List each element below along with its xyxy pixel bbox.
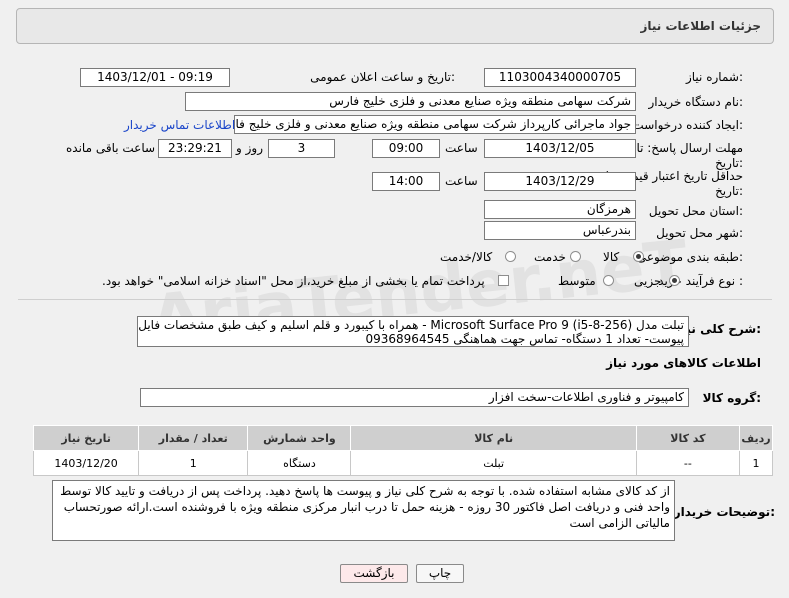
buyer-notes-line-2: واحد فنی و دریافت اصل فاکتور 30 روزه - ه…: [63, 500, 670, 514]
cell-row-num: 1: [738, 450, 774, 476]
announce-date-label: تاریخ و ساعت اعلان عمومی:: [310, 70, 455, 84]
deadline-time-label: ساعت: [445, 141, 478, 155]
category-option-goods: کالا: [603, 250, 620, 264]
goods-info-title: اطلاعات کالاهای مورد نیاز: [606, 356, 761, 370]
cell-quantity: 1: [138, 450, 249, 476]
validity-time-field: 14:00: [372, 172, 440, 191]
deadline-date-field: 1403/12/05: [484, 139, 636, 158]
buyer-notes-line-1: از کد کالای مشابه استفاده شده. با توجه ب…: [60, 484, 670, 498]
validity-label-date: تاریخ:: [715, 184, 743, 198]
process-radio-medium[interactable]: [603, 275, 614, 286]
city-field: بندرعباس: [484, 221, 636, 240]
col-header-name: نام کالا: [350, 425, 637, 451]
deadline-label-date: تاریخ:: [715, 156, 743, 170]
remaining-time-field: 23:29:21: [158, 139, 232, 158]
buyer-notes-line-3: مالیاتی الزامی است: [569, 516, 670, 530]
days-label: روز و: [236, 141, 263, 155]
process-option-minor: جزیی: [634, 274, 662, 288]
deadline-label: مهلت ارسال پاسخ: تا: [636, 141, 743, 155]
page-title: جزئیات اطلاعات نیاز: [640, 19, 761, 33]
announce-date-field: 1403/12/01 - 09:19: [80, 68, 230, 87]
province-field: هرمزگان: [484, 200, 636, 219]
items-table: ردیف کد کالا نام کالا واحد شمارش تعداد /…: [32, 425, 774, 476]
category-label: طبقه بندی موضوعی:: [636, 250, 743, 264]
buyer-notes-textarea[interactable]: از کد کالای مشابه استفاده شده. با توجه ب…: [52, 480, 675, 541]
buyer-contact-link[interactable]: اطلاعات تماس خریدار: [124, 118, 235, 132]
category-radio-goods[interactable]: [633, 251, 644, 262]
buyer-notes-label: توضیحات خریدار:: [673, 505, 775, 519]
divider: [18, 299, 772, 300]
need-number-field: 1103004340000705: [484, 68, 636, 87]
buyer-org-field: شرکت سهامی منطقه ویژه صنایع معدنی و فلزی…: [185, 92, 636, 111]
requester-field: جواد ماجرائی کارپرداز شرکت سهامی منطقه و…: [234, 115, 636, 134]
description-line-1: تبلت مدل Microsoft Surface Pro 9 (i5-8-2…: [138, 318, 684, 332]
province-label: استان محل تحویل:: [648, 204, 743, 218]
description-textarea[interactable]: تبلت مدل Microsoft Surface Pro 9 (i5-8-2…: [137, 316, 689, 347]
goods-group-field: کامپیوتر و فناوری اطلاعات-سخت افزار: [140, 388, 689, 407]
process-radio-minor[interactable]: [669, 275, 680, 286]
cell-unit: دستگاه: [247, 450, 352, 476]
back-button[interactable]: بازگشت: [340, 564, 408, 583]
buyer-org-label: نام دستگاه خریدار:: [648, 95, 744, 109]
validity-date-field: 1403/12/29: [484, 172, 636, 191]
city-label: شهر محل تحویل:: [656, 226, 743, 240]
remaining-time-label: ساعت باقی مانده: [66, 141, 156, 155]
table-row: 1 -- تبلت دستگاه 1 1403/12/20: [32, 450, 774, 476]
validity-time-label: ساعت: [445, 174, 478, 188]
goods-group-label: گروه کالا:: [702, 391, 761, 405]
category-option-service: خدمت: [534, 250, 566, 264]
days-remaining-field: 3: [268, 139, 335, 158]
panel-header: جزئیات اطلاعات نیاز: [16, 8, 774, 44]
category-radio-service[interactable]: [570, 251, 581, 262]
cell-name: تبلت: [350, 450, 637, 476]
deadline-time-field: 09:00: [372, 139, 440, 158]
col-header-code: کد کالا: [635, 425, 740, 451]
col-header-quantity: تعداد / مقدار: [138, 425, 249, 451]
need-number-label: شماره نیاز:: [685, 70, 743, 84]
col-header-date: تاریخ نیاز: [32, 425, 140, 451]
col-header-unit: واحد شمارش: [247, 425, 352, 451]
process-option-medium: متوسط: [558, 274, 596, 288]
cell-date: 1403/12/20: [32, 450, 140, 476]
requester-label: ایجاد کننده درخواست:: [632, 118, 743, 132]
payment-checkbox[interactable]: [498, 275, 509, 286]
print-button[interactable]: چاپ: [416, 564, 464, 583]
col-header-row-num: ردیف: [738, 425, 774, 451]
category-option-goods-service: کالا/خدمت: [440, 250, 493, 264]
payment-note: پرداخت تمام یا بخشی از مبلغ خرید،از محل …: [102, 274, 485, 288]
category-radio-goods-service[interactable]: [505, 251, 516, 262]
table-header-row: ردیف کد کالا نام کالا واحد شمارش تعداد /…: [32, 425, 774, 451]
cell-code: --: [635, 450, 740, 476]
description-line-2: پیوست- تعداد 1 دستگاه- تماس جهت هماهنگی …: [365, 332, 685, 346]
